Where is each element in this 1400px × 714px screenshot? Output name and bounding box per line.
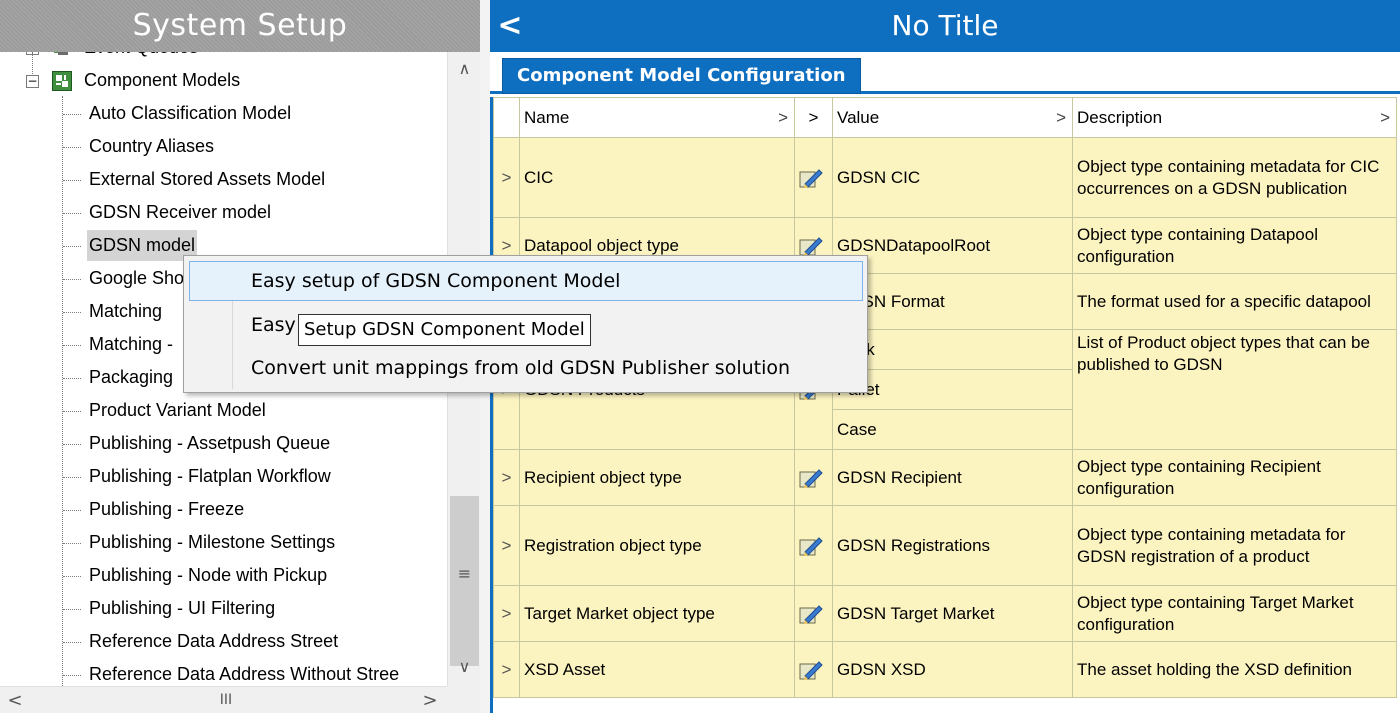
tree-item-label: Product Variant Model [89, 400, 266, 420]
tree-item-label: Publishing - Flatplan Workflow [89, 466, 331, 486]
editor-header: < No Title [490, 0, 1400, 52]
scroll-down-icon[interactable]: ∨ [448, 652, 481, 682]
edit-icon[interactable] [794, 641, 833, 698]
tree-item-component-models[interactable]: − Component Models [0, 65, 440, 98]
chevron-left-icon[interactable]: < [490, 0, 530, 52]
row-description: Object type containing Target Market con… [1072, 585, 1397, 642]
column-label: Name [524, 107, 570, 127]
edit-icon[interactable] [794, 449, 833, 506]
tree-item-label: Reference Data Address Without Stree [89, 664, 400, 684]
tree-item-label: Reference Data Address Street [89, 631, 339, 651]
row-description: The format used for a specific datapool [1072, 273, 1397, 330]
row-name: Registration object type [519, 505, 795, 586]
table-row[interactable]: > Recipient object type GDSN Recipient O… [493, 449, 1397, 506]
row-value: Case [832, 409, 1073, 450]
row-expand-icon[interactable]: > [493, 585, 520, 642]
row-value: Pallet [832, 369, 1073, 410]
column-header-value[interactable]: Value > [832, 97, 1073, 138]
row-name: XSD Asset [519, 641, 795, 698]
row-expand-icon[interactable]: > [493, 505, 520, 586]
column-label: Value [837, 107, 880, 127]
row-expand-icon[interactable]: > [493, 449, 520, 506]
row-value: GDSN Registrations [832, 505, 1073, 586]
edit-icon[interactable] [794, 505, 833, 586]
event-queue-icon [54, 52, 68, 55]
edit-icon[interactable] [794, 137, 833, 218]
scroll-thumb[interactable]: III [30, 690, 422, 711]
menu-item-convert-unit-mappings[interactable]: Convert unit mappings from old GDSN Publ… [189, 349, 863, 389]
tree-item-label: Publishing - Node with Pickup [89, 565, 328, 585]
tree-item-label: Auto Classification Model [89, 103, 292, 123]
configuration-grid: Name > > Value > Description > > CIC GDSN C… [490, 97, 1400, 713]
row-description: Object type containing Datapool configur… [1072, 217, 1397, 274]
column-header-name[interactable]: Name > [519, 97, 795, 138]
tree-item-label: Packaging [89, 367, 174, 387]
table-row[interactable]: > Registration object type GDSN Registra… [493, 505, 1397, 586]
row-expand-icon[interactable]: > [493, 137, 520, 218]
row-description: Object type containing metadata for GDSN… [1072, 505, 1397, 586]
row-description: List of Product object types that can be… [1072, 329, 1397, 450]
row-description: Object type containing Recipient configu… [1072, 449, 1397, 506]
tree-item-label: Country Aliases [89, 136, 215, 156]
row-description: The asset holding the XSD definition [1072, 641, 1397, 698]
tooltip: Setup GDSN Component Model [298, 314, 591, 346]
column-header-edit[interactable]: > [794, 97, 833, 138]
column-expander-header [493, 97, 520, 138]
editor-title: No Title [891, 9, 999, 42]
column-label: Description [1077, 107, 1163, 127]
edit-icon[interactable] [794, 585, 833, 642]
grip-icon: ≡ [457, 564, 472, 583]
row-value: GDSN XSD [832, 641, 1073, 698]
tree-item-label: Matching - [89, 334, 174, 354]
component-models-icon [52, 71, 72, 91]
tree-item-label: GDSN Receiver model [89, 202, 272, 222]
row-value: GDSN Recipient [832, 449, 1073, 506]
scroll-right-icon[interactable]: > [415, 687, 445, 714]
tree-item-label: Component Models [84, 70, 241, 90]
scroll-left-icon[interactable]: < [0, 687, 30, 714]
column-header-description[interactable]: Description > [1072, 97, 1397, 138]
table-row[interactable]: > XSD Asset GDSN XSD The asset holding t… [493, 641, 1397, 698]
chevron-right-icon: > [1380, 107, 1390, 127]
tree-item-label: Matching [89, 301, 163, 321]
table-row[interactable]: > CIC GDSN CIC Object type containing me… [493, 137, 1397, 218]
chevron-right-icon: > [808, 107, 819, 127]
row-value: GDSNDatapoolRoot [832, 217, 1073, 274]
row-description: Object type containing metadata for CIC … [1072, 137, 1397, 218]
row-value: GDSN CIC [832, 137, 1073, 218]
scrollbar-corner [447, 686, 480, 713]
row-expand-icon[interactable]: > [493, 641, 520, 698]
table-row[interactable]: > Target Market object type GDSN Target … [493, 585, 1397, 642]
row-value: GDSN Target Market [832, 585, 1073, 642]
tab-bar: Component Model Configuration [490, 52, 1400, 94]
tree-item-label: Google Sho [89, 268, 185, 288]
row-name: Recipient object type [519, 449, 795, 506]
tree-horizontal-scrollbar[interactable]: < III > [0, 686, 480, 713]
tree-item-label: Event Queues [84, 52, 198, 63]
tree-item-label: Publishing - Milestone Settings [89, 532, 336, 552]
row-value: Pack [832, 329, 1073, 370]
row-name: CIC [519, 137, 795, 218]
panel-title: System Setup [0, 0, 480, 52]
tab-component-model-configuration[interactable]: Component Model Configuration [502, 58, 861, 94]
menu-item-label-start: Easy [251, 314, 296, 336]
scroll-thumb[interactable]: ≡ [450, 496, 479, 666]
grip-icon: III [219, 692, 233, 708]
tree-item-label: Publishing - Assetpush Queue [89, 433, 331, 453]
tree-item-label: Publishing - Freeze [89, 499, 245, 519]
menu-item-easy-setup-component-model[interactable]: Easy setup of GDSN Component Model [189, 261, 863, 301]
tree-item-label: Publishing - UI Filtering [89, 598, 276, 618]
scroll-up-icon[interactable]: ∧ [448, 54, 481, 84]
row-name: Target Market object type [519, 585, 795, 642]
tree-item-label: External Stored Assets Model [89, 169, 326, 189]
chevron-right-icon: > [1056, 107, 1066, 127]
tree-item-label-selected: GDSN model [87, 230, 198, 261]
tree-guide [62, 96, 63, 686]
row-value: GDSN Format [832, 273, 1073, 330]
chevron-right-icon: > [778, 107, 788, 127]
collapse-icon[interactable]: − [26, 75, 39, 88]
